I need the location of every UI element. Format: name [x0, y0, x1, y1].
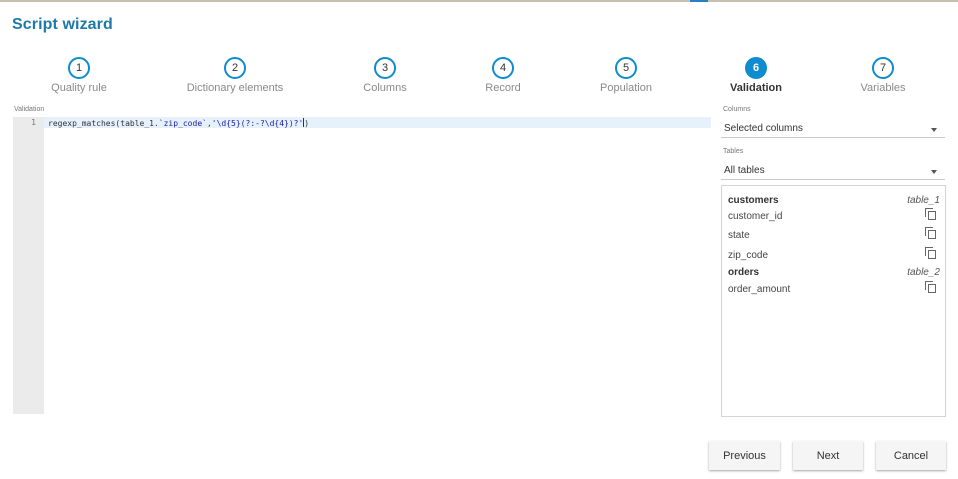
- chevron-down-icon: [931, 170, 937, 174]
- table-alias: table_1: [907, 195, 940, 206]
- previous-button[interactable]: Previous: [709, 441, 780, 470]
- column-name: customer_id: [728, 211, 783, 222]
- copy-icon[interactable]: [925, 208, 937, 221]
- editor-gutter: 1: [13, 117, 44, 414]
- tables-select[interactable]: All tables: [721, 160, 945, 180]
- step-number: 4: [492, 57, 514, 79]
- columns-select-value: Selected columns: [724, 123, 803, 134]
- line-number: 1: [31, 118, 36, 127]
- step-variables[interactable]: 7 Variables: [803, 57, 958, 94]
- cancel-button[interactable]: Cancel: [876, 441, 946, 470]
- step-label: Dictionary elements: [186, 82, 284, 94]
- step-quality-rule[interactable]: 1 Quality rule: [0, 57, 159, 94]
- tables-caption: Tables: [723, 148, 744, 155]
- step-number: 2: [224, 57, 246, 79]
- code-column-ref: `zip_code`: [158, 119, 207, 128]
- step-number: 3: [374, 57, 396, 79]
- table-alias: table_2: [907, 267, 940, 278]
- window-top-strip: [0, 0, 958, 2]
- step-dictionary-elements[interactable]: 2 Dictionary elements: [155, 57, 315, 94]
- top-strip-highlight: [690, 0, 708, 2]
- column-name: order_amount: [728, 284, 791, 295]
- column-name: state: [728, 230, 750, 241]
- chevron-down-icon: [931, 128, 937, 132]
- step-number: 6: [745, 57, 767, 79]
- step-number: 5: [615, 57, 637, 79]
- code-function: regexp_matches(table_1.: [48, 119, 159, 128]
- copy-icon[interactable]: [925, 247, 937, 260]
- code-regex-string: '\d{5}(?:-?\d{4})?': [211, 119, 304, 128]
- code-close-paren: ): [304, 119, 310, 128]
- tables-list: customers table_1 customer_id state zip_…: [721, 185, 946, 417]
- table-name: orders: [728, 267, 760, 278]
- dialog-title: Script wizard: [12, 16, 113, 33]
- step-label: Quality rule: [51, 82, 107, 94]
- column-name: zip_code: [728, 250, 769, 261]
- step-number: 1: [68, 57, 90, 79]
- step-number: 7: [872, 57, 894, 79]
- columns-caption: Columns: [723, 106, 751, 113]
- step-label: Variables: [860, 82, 906, 94]
- editor-caption: Validation: [14, 106, 45, 113]
- copy-icon[interactable]: [925, 281, 937, 294]
- next-button[interactable]: Next: [793, 441, 863, 470]
- copy-icon[interactable]: [925, 227, 937, 240]
- code-line[interactable]: regexp_matches(table_1.`zip_code`,'\d{5}…: [48, 118, 309, 128]
- table-name: customers: [728, 195, 779, 206]
- columns-select[interactable]: Selected columns: [721, 118, 945, 138]
- tables-select-value: All tables: [724, 165, 765, 176]
- code-editor[interactable]: 1 regexp_matches(table_1.`zip_code`,'\d{…: [13, 117, 711, 414]
